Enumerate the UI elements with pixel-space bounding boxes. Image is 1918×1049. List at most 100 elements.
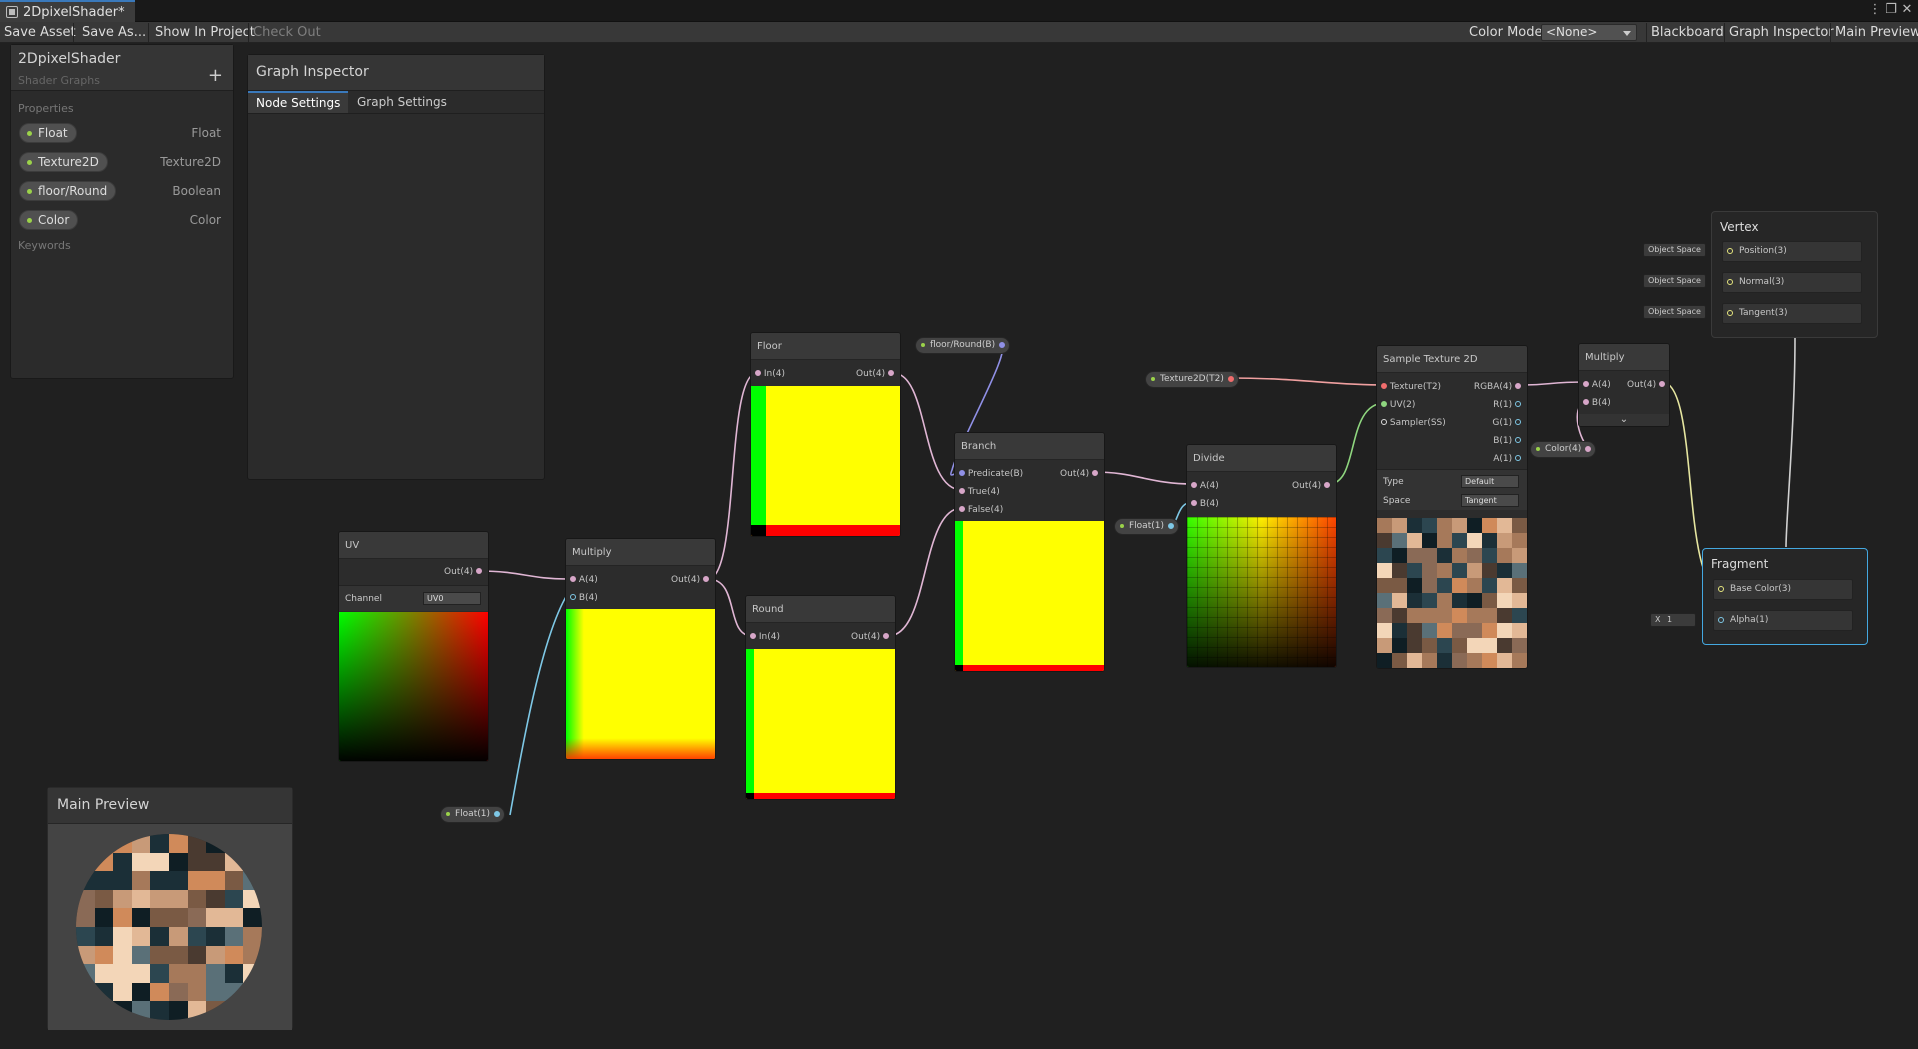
vertex-block[interactable]: Vertex Position(3) Normal(3) Tangent(3) <box>1711 211 1878 338</box>
pixel-cell <box>1422 653 1437 668</box>
input-port[interactable]: In(4) <box>750 631 780 643</box>
port-dot-icon <box>1727 248 1733 254</box>
tab-node-settings[interactable]: Node Settings <box>248 91 349 113</box>
check-out-button[interactable]: Check Out <box>249 23 325 42</box>
pixel-cell <box>1512 578 1527 593</box>
main-preview-toggle-button[interactable]: Main Preview <box>1830 23 1918 42</box>
pixel-cell <box>224 982 244 1002</box>
pixel-cell <box>1512 653 1527 668</box>
output-port-a[interactable]: A(1) <box>1493 453 1521 465</box>
property-pill[interactable]: Float <box>19 123 77 143</box>
tab-graph-settings[interactable]: Graph Settings <box>349 91 455 113</box>
property-node-color[interactable]: Color(4) <box>1530 441 1597 458</box>
output-port[interactable]: Out(4) <box>671 574 709 586</box>
input-port-a[interactable]: A(4) <box>570 574 598 586</box>
document-tab[interactable]: 2DpixelShader* <box>0 0 135 22</box>
pixel-cell <box>1512 638 1527 653</box>
fragment-slot-alpha[interactable]: Alpha(1) <box>1713 610 1853 631</box>
input-port-a[interactable]: A(4) <box>1191 480 1219 492</box>
pixel-cell <box>1467 548 1482 563</box>
color-mode-dropdown[interactable]: <None> <box>1541 24 1637 41</box>
port-label: Out(4) <box>1292 481 1322 491</box>
object-space-field[interactable]: Object Space <box>1643 243 1706 257</box>
graph-inspector-toggle-button[interactable]: Graph Inspector <box>1724 23 1838 42</box>
output-port[interactable]: Out(4) <box>1627 379 1665 391</box>
property-pill[interactable]: floor/Round <box>19 181 117 201</box>
alpha-value-field[interactable]: X 1 <box>1650 613 1696 627</box>
space-dropdown[interactable]: Tangent <box>1461 494 1519 507</box>
input-port[interactable]: In(4) <box>755 368 785 380</box>
output-port[interactable]: Out(4) <box>1292 480 1330 492</box>
port-label: G(1) <box>1492 418 1513 428</box>
output-port-r[interactable]: R(1) <box>1493 399 1521 411</box>
pixel-cell <box>1482 518 1497 533</box>
input-port-b[interactable]: B(4) <box>1191 498 1219 510</box>
property-node-floor-round[interactable]: floor/Round(B) <box>915 337 1011 354</box>
multiply-node-2[interactable]: Multiply A(4) B(4) Out(4) ⌄ <box>1578 343 1670 427</box>
window-menu-icon[interactable]: ⋮ <box>1868 2 1882 17</box>
output-port[interactable]: Out(4) <box>851 631 889 643</box>
property-node-label: Float(1) <box>1129 521 1164 531</box>
round-node[interactable]: Round In(4) Out(4) <box>745 595 896 800</box>
fragment-block[interactable]: Fragment Base Color(3) Alpha(1) <box>1702 548 1868 645</box>
close-icon[interactable]: ✕ <box>1900 2 1914 17</box>
save-as-button[interactable]: Save As... <box>78 23 150 42</box>
pixel-cell <box>76 889 95 909</box>
property-pill[interactable]: Texture2D <box>19 152 108 172</box>
divide-node[interactable]: Divide A(4) B(4) Out(4) <box>1186 444 1337 668</box>
node-title: Multiply <box>566 539 715 566</box>
pixel-cell <box>243 1001 262 1020</box>
port-dot-icon <box>1583 380 1589 387</box>
property-pill[interactable]: Color <box>19 210 79 230</box>
type-dropdown[interactable]: Default <box>1461 475 1519 488</box>
object-space-field[interactable]: Object Space <box>1643 305 1706 319</box>
uv-node[interactable]: UV Out(4) Channel UV0 <box>338 531 489 762</box>
property-node-texture2d[interactable]: Texture2D(T2) <box>1145 371 1239 388</box>
input-port-a[interactable]: A(4) <box>1583 379 1611 391</box>
pixel-cell <box>1437 578 1452 593</box>
fragment-slot-base-color[interactable]: Base Color(3) <box>1713 579 1853 600</box>
pixel-cell <box>1407 518 1422 533</box>
property-node-float-multiply[interactable]: Float(1) <box>440 806 505 823</box>
maximize-icon[interactable]: ❐ <box>1884 2 1898 17</box>
pixel-cell <box>1422 608 1437 623</box>
input-port-b[interactable]: B(4) <box>570 592 598 604</box>
expand-chevron-icon[interactable]: ⌄ <box>1579 414 1669 426</box>
input-port-uv[interactable]: UV(2) <box>1381 399 1415 411</box>
pixel-cell <box>1407 578 1422 593</box>
branch-node[interactable]: Branch Predicate(B) True(4) False(4) Out… <box>954 432 1105 672</box>
pixel-cell <box>113 852 132 872</box>
main-preview-viewport[interactable] <box>48 824 292 1030</box>
blackboard-toggle-button[interactable]: Blackboard <box>1646 23 1728 42</box>
output-port-rgba[interactable]: RGBA(4) <box>1474 381 1521 393</box>
pixel-cell <box>131 908 151 927</box>
input-port-texture[interactable]: Texture(T2) <box>1381 381 1441 393</box>
vertex-slot-normal[interactable]: Normal(3) <box>1722 272 1862 293</box>
vertex-slot-position[interactable]: Position(3) <box>1722 241 1862 262</box>
input-port-false[interactable]: False(4) <box>959 504 1003 516</box>
property-node-float-divide[interactable]: Float(1) <box>1114 518 1179 535</box>
input-port-sampler[interactable]: Sampler(SS) <box>1381 417 1446 429</box>
output-port-b[interactable]: B(1) <box>1493 435 1521 447</box>
blackboard-panel: 2DpixelShader Shader Graphs + Properties… <box>10 44 234 379</box>
sample-settings: Type Default Space Tangent <box>1377 469 1527 510</box>
output-port-g[interactable]: G(1) <box>1492 417 1521 429</box>
save-asset-button[interactable]: Save Asset <box>0 23 80 42</box>
input-port-b[interactable]: B(4) <box>1583 397 1611 409</box>
floor-node[interactable]: Floor In(4) Out(4) <box>750 332 901 537</box>
object-space-field[interactable]: Object Space <box>1643 274 1706 288</box>
output-port[interactable]: Out(4) <box>444 566 482 578</box>
pixel-cell <box>1467 653 1482 668</box>
input-port-predicate[interactable]: Predicate(B) <box>959 468 1023 480</box>
add-property-button[interactable]: + <box>208 65 223 86</box>
output-port[interactable]: Out(4) <box>856 368 894 380</box>
port-label: A(4) <box>1591 380 1611 390</box>
vertex-slot-tangent[interactable]: Tangent(3) <box>1722 303 1862 324</box>
channel-dropdown[interactable]: UV0 <box>423 592 481 605</box>
multiply-node[interactable]: Multiply A(4) B(4) Out(4) <box>565 538 716 760</box>
output-port[interactable]: Out(4) <box>1060 468 1098 480</box>
sample-texture-2d-node[interactable]: Sample Texture 2D Texture(T2) UV(2) Samp… <box>1376 345 1528 669</box>
show-in-project-button[interactable]: Show In Project <box>151 23 259 42</box>
input-port-true[interactable]: True(4) <box>959 486 1000 498</box>
pixel-cell <box>1452 578 1467 593</box>
